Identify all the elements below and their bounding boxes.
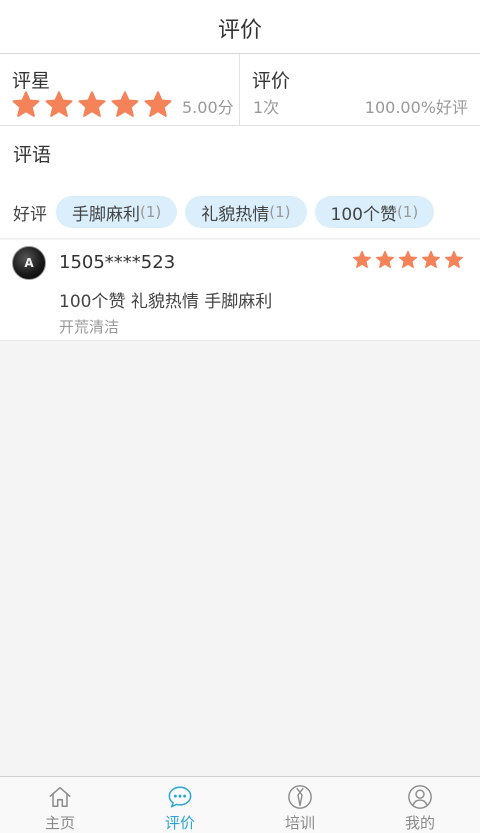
review-stars <box>349 250 464 270</box>
comment-tag[interactable]: 手脚麻利 (1) <box>56 196 178 228</box>
review-column: 评价 1次 100.00%好评 <box>240 54 480 125</box>
tab-training[interactable]: 培训 <box>240 777 360 833</box>
comment-section: 评语 好评 手脚麻利 (1) 礼貌热情 (1) 100个赞 (1) <box>0 126 480 239</box>
star-icon <box>12 91 40 117</box>
review-text: 100个赞 礼貌热情 手脚麻利 <box>59 292 273 312</box>
star-icon <box>45 91 73 117</box>
rating-column: 评星 5.00分 <box>0 54 240 125</box>
summary-stars <box>11 90 176 120</box>
reviewer-name: 1505****523 <box>59 252 176 273</box>
star-icon <box>111 91 139 117</box>
tab-label: 培训 <box>284 814 315 832</box>
star-icon <box>353 250 371 268</box>
nav-header: 评价 <box>0 0 480 54</box>
comment-tag[interactable]: 礼貌热情 (1) <box>185 196 307 228</box>
avatar: A <box>12 246 46 280</box>
star-icon <box>445 250 463 268</box>
tag-row: 好评 手脚麻利 (1) 礼貌热情 (1) 100个赞 (1) <box>13 196 442 228</box>
service-type: 开荒清洁 <box>59 318 120 336</box>
rating-title: 评星 <box>12 70 51 92</box>
positive-rate: 100.00%好评 <box>364 98 468 117</box>
tab-home[interactable]: 主页 <box>0 777 120 833</box>
review-count: 1次 <box>253 98 280 117</box>
tab-mine[interactable]: 我的 <box>360 777 480 833</box>
star-icon <box>144 91 172 117</box>
star-icon <box>376 250 394 268</box>
review-item[interactable]: A 1505****523 100个赞 礼貌热情 手脚麻利 开荒清洁 <box>0 240 480 341</box>
review-title: 评价 <box>252 70 291 92</box>
tag-count: (1) <box>396 203 419 221</box>
comment-section-title: 评语 <box>13 144 52 166</box>
tag-label: 100个赞 <box>330 204 397 225</box>
tab-label: 主页 <box>44 814 75 832</box>
tag-count: (1) <box>269 203 291 221</box>
tie-icon <box>288 785 312 809</box>
user-icon <box>408 785 432 809</box>
home-icon <box>49 786 71 808</box>
rating-summary: 评星 5.00分 评价 1次 100.00%好评 <box>0 54 480 126</box>
chat-bubble-icon <box>168 786 192 808</box>
bottom-tab-bar: 主页 评价 培训 我的 <box>0 776 480 833</box>
tag-label: 手脚麻利 <box>72 204 140 225</box>
comment-tag[interactable]: 100个赞 (1) <box>314 196 435 228</box>
tag-label: 礼貌热情 <box>201 204 270 225</box>
tag-group-label: 好评 <box>13 204 47 225</box>
tab-label: 我的 <box>404 814 435 832</box>
tab-label: 评价 <box>164 814 195 832</box>
rating-score: 5.00分 <box>182 98 234 117</box>
tab-reviews[interactable]: 评价 <box>120 777 240 833</box>
page-title: 评价 <box>217 17 262 43</box>
star-icon <box>422 250 440 268</box>
tag-count: (1) <box>140 203 162 221</box>
star-icon <box>78 91 106 117</box>
star-icon <box>399 250 417 268</box>
